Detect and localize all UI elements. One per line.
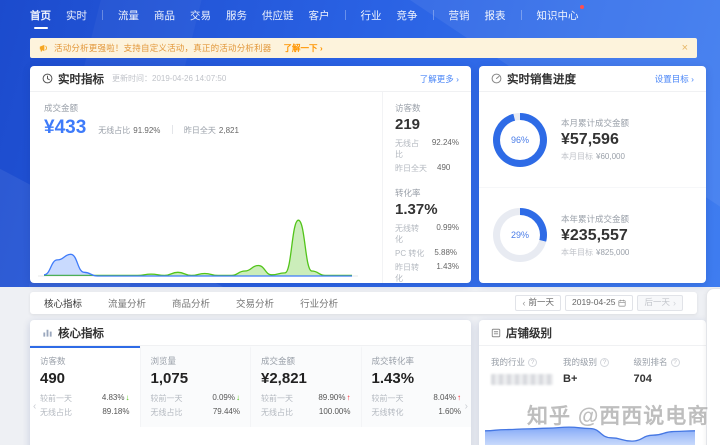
nav-item-industry[interactable]: 行业: [361, 8, 382, 23]
realtime-amount-block: 成交金额 ¥433 无线占比91.92% 昨日全天2,821 0:003:006…: [30, 92, 382, 283]
next-day-button[interactable]: 后一天 ›: [637, 295, 683, 312]
month-progress-donut: 96%: [493, 113, 547, 167]
realtime-side-metrics: 访客数 219 无线占比92.24% 昨日全天490 转化率 1.37% 无线转…: [382, 92, 471, 283]
nav-divider: [433, 10, 434, 20]
conversion-value: 1.37%: [395, 201, 459, 218]
my-industry-col: 我的行业: [491, 356, 553, 385]
tab-core-metrics[interactable]: 核心指标: [44, 296, 82, 310]
watermark: 知乎 @西西说电商: [527, 400, 709, 430]
conversion-block: 转化率 1.37% 无线转化0.99% PC 转化5.88% 昨日转化1.43%: [395, 187, 459, 283]
tab-goods-analysis[interactable]: 商品分析: [172, 296, 210, 310]
year-progress-donut: 29%: [493, 208, 547, 262]
wireless-share: 无线占比91.92% 昨日全天2,821: [98, 125, 239, 136]
date-nav: ‹ 前一天 2019-04-25 后一天 ›: [515, 295, 683, 312]
shop-card-header: 店铺级别: [479, 320, 706, 346]
metric-tile-pageviews[interactable]: 浏览量 1,075 较前一天0.09%↓ 无线占比79.44%: [140, 346, 251, 427]
sales-card-header: 实时销售进度 设置目标 ›: [479, 66, 706, 92]
divider: [172, 125, 173, 134]
nav-item-goods[interactable]: 商品: [154, 8, 175, 23]
visitors-block: 访客数 219 无线占比92.24% 昨日全天490: [395, 102, 459, 174]
card-title: 核心指标: [58, 325, 104, 341]
masked-value: [491, 374, 553, 385]
chevron-right-icon: ›: [673, 297, 676, 310]
calendar-icon: [618, 299, 626, 307]
top-nav: 首页 实时 流量 商品 交易 服务 供应链 客户 行业 竞争 营销 报表 知识中…: [0, 0, 720, 30]
tab-industry-analysis[interactable]: 行业分析: [300, 296, 338, 310]
dashboard-page: 首页 实时 流量 商品 交易 服务 供应链 客户 行业 竞争 营销 报表 知识中…: [0, 0, 720, 445]
notification-dot: [580, 5, 584, 9]
bar-chart-icon: [42, 327, 53, 338]
nav-item-service[interactable]: 服务: [226, 8, 247, 23]
trend-arrow-icon: ↓: [236, 393, 240, 402]
learn-more-link[interactable]: 了解更多 ›: [420, 73, 459, 85]
nav-item-trade[interactable]: 交易: [190, 8, 211, 23]
level-rank-col: 级别排名 704: [634, 356, 695, 385]
trend-chart-svg: [38, 210, 358, 283]
month-amount: ¥57,596: [561, 131, 629, 149]
year-amount: ¥235,557: [561, 227, 629, 245]
info-icon[interactable]: [671, 358, 680, 367]
tiles-prev-icon[interactable]: ‹: [33, 401, 36, 412]
shop-level-value: B+: [563, 373, 624, 385]
card-title: 实时销售进度: [507, 71, 576, 87]
trend-arrow-icon: ↓: [126, 393, 130, 402]
realtime-trend-chart: 0:003:006:009:0012:0015:0018:0021:00 今天 …: [38, 210, 364, 283]
tiles-next-icon[interactable]: ›: [465, 401, 468, 412]
banner-link[interactable]: 了解一下 ›: [284, 42, 323, 54]
info-icon[interactable]: [600, 358, 609, 367]
banner-text: 活动分析更强啦！支持自定义活动，真正的活动分析利器: [54, 42, 272, 54]
update-time: 更新时间：2019-04-26 14:07:50: [112, 73, 226, 84]
chevron-left-icon: ‹: [522, 297, 525, 310]
nav-divider: [345, 10, 346, 20]
trend-arrow-icon: ↑: [457, 393, 461, 402]
core-metrics-card: 核心指标 访客数 490 较前一天4.83%↓ 无线占比89.18% 浏览量 1…: [30, 320, 471, 445]
metric-tile-amount[interactable]: 成交金额 ¥2,821 较前一天89.90%↑ 无线占比100.00%: [250, 346, 361, 427]
nav-item-competition[interactable]: 竞争: [397, 8, 418, 23]
date-picker[interactable]: 2019-04-25: [565, 295, 633, 311]
prev-day-button[interactable]: ‹ 前一天: [515, 295, 561, 312]
set-target-link[interactable]: 设置目标 ›: [655, 73, 694, 85]
realtime-metrics-card: 实时指标 更新时间：2019-04-26 14:07:50 了解更多 › 成交金…: [30, 66, 471, 283]
month-progress-row: 96% 本月累计成交金额 ¥57,596 本月目标¥60,000: [479, 92, 706, 187]
gauge-icon: [491, 73, 502, 84]
amount-label: 成交金额: [44, 102, 368, 114]
megaphone-icon: [39, 43, 49, 53]
year-progress-row: 29% 本年累计成交金额 ¥235,557 本年目标¥825,000: [479, 187, 706, 282]
amount-value: ¥433: [44, 117, 86, 139]
trend-arrow-icon: ↑: [347, 393, 351, 402]
nav-item-home[interactable]: 首页: [30, 8, 51, 23]
level-rank-value: 704: [634, 373, 695, 385]
nav-item-customer[interactable]: 客户: [309, 8, 330, 23]
metric-tile-visitors[interactable]: 访客数 490 较前一天4.83%↓ 无线占比89.18%: [30, 346, 140, 427]
nav-divider: [102, 10, 103, 20]
nav-item-realtime[interactable]: 实时: [66, 8, 87, 23]
sales-progress-card: 实时销售进度 设置目标 › 96% 本月累计成交金额 ¥57,596 本月目标¥…: [479, 66, 706, 283]
nav-item-knowledge-center[interactable]: 知识中心: [537, 8, 579, 23]
nav-divider: [521, 10, 522, 20]
shop-level-columns: 我的行业 我的级别 B+ 级别排名 704: [479, 346, 706, 385]
clipboard-icon: [491, 328, 501, 338]
metric-tiles: 访客数 490 较前一天4.83%↓ 无线占比89.18% 浏览量 1,075 …: [30, 346, 471, 427]
tab-traffic-analysis[interactable]: 流量分析: [108, 296, 146, 310]
core-card-header: 核心指标: [30, 320, 471, 346]
nav-item-traffic[interactable]: 流量: [118, 8, 139, 23]
metric-tile-conversion[interactable]: 成交转化率 1.43% 较前一天8.04%↑ 无线转化1.60%: [361, 346, 472, 427]
realtime-card-header: 实时指标 更新时间：2019-04-26 14:07:50 了解更多 ›: [30, 66, 471, 92]
analysis-tabs-bar: 核心指标 流量分析 商品分析 交易分析 行业分析 ‹ 前一天 2019-04-2…: [30, 292, 697, 314]
nav-item-reports[interactable]: 报表: [485, 8, 506, 23]
nav-item-supply-chain[interactable]: 供应链: [262, 8, 294, 23]
my-level-col: 我的级别 B+: [563, 356, 624, 385]
tab-trade-analysis[interactable]: 交易分析: [236, 296, 274, 310]
card-title: 店铺级别: [506, 325, 552, 341]
clock-icon: [42, 73, 53, 84]
card-title: 实时指标: [58, 71, 104, 87]
info-icon[interactable]: [528, 358, 537, 367]
notice-banner: 活动分析更强啦！支持自定义活动，真正的活动分析利器 了解一下 › ×: [30, 38, 697, 58]
visitors-value: 219: [395, 116, 459, 133]
nav-item-marketing[interactable]: 营销: [449, 8, 470, 23]
close-icon[interactable]: ×: [682, 43, 688, 54]
